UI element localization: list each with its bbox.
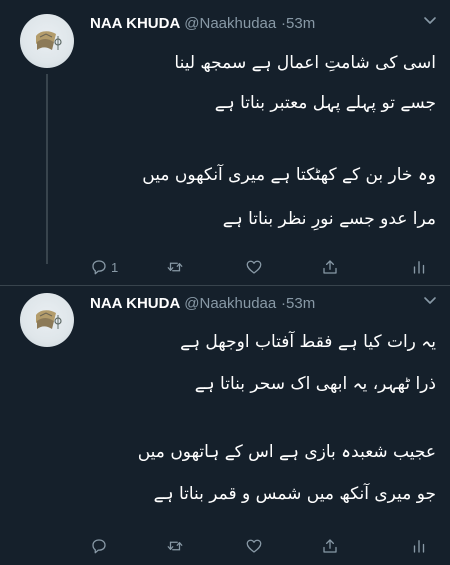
- thread-connector: [46, 74, 48, 264]
- avatar[interactable]: [20, 293, 74, 347]
- analytics-icon: [413, 261, 425, 274]
- retweet-icon: [167, 262, 183, 272]
- share-icon: [323, 539, 337, 553]
- retweet-button[interactable]: [166, 256, 187, 278]
- tweet[interactable]: NAA KHUDA @Naakhudaa ·53m اسی کی شامتِ اع…: [0, 0, 450, 285]
- reply-icon: [92, 539, 106, 554]
- like-button[interactable]: [245, 256, 266, 278]
- chevron-down-icon[interactable]: [422, 292, 438, 308]
- author-handle[interactable]: @Naakhudaa: [184, 15, 276, 32]
- avatar[interactable]: [20, 14, 74, 68]
- timestamp[interactable]: 53m: [286, 295, 315, 312]
- tweet[interactable]: NAA KHUDA @Naakhudaa ·53m یہ رات کیا ہے ف…: [0, 285, 450, 565]
- avatar-artwork: [36, 31, 62, 50]
- author-name[interactable]: NAA KHUDA: [90, 295, 180, 312]
- tweet-line: یہ رات کیا ہے فقط آفتاب اوجھل ہے: [180, 332, 436, 352]
- tweet-line: جسے تو پہلے پہل معتبر بناتا ہے: [214, 93, 436, 113]
- timestamp[interactable]: 53m: [286, 15, 315, 32]
- tweet-line: وہ خار بن کے کھٹکتا ہے میری آنکھوں میں: [142, 165, 436, 185]
- tweet-actions: [88, 535, 438, 557]
- heart-icon: [246, 260, 262, 274]
- heart-icon: [246, 539, 262, 553]
- reply-button[interactable]: 1: [90, 256, 118, 278]
- author-handle[interactable]: @Naakhudaa: [184, 295, 276, 312]
- analytics-button[interactable]: [410, 256, 428, 278]
- tweet-actions: 1: [88, 256, 438, 278]
- tweet-body: یہ رات کیا ہے فقط آفتاب اوجھل ہے ذرا ٹھہ…: [96, 325, 436, 525]
- avatar-artwork: [36, 310, 62, 329]
- analytics-icon: [413, 540, 425, 553]
- tweet-line: اسی کی شامتِ اعمال ہے سمجھ لینا: [174, 53, 436, 73]
- tweet-line: مرا عدو جسے نورِ نظر بناتا ہے: [222, 209, 436, 229]
- tweet-header: NAA KHUDA @Naakhudaa ·53m: [90, 14, 315, 33]
- retweet-icon: [167, 541, 183, 551]
- tweet-line: ذرا ٹھہر، یہ ابھی اک سحر بناتا ہے: [194, 374, 436, 394]
- tweet-body: اسی کی شامتِ اعمال ہے سمجھ لینا جسے تو پ…: [96, 44, 436, 244]
- tweet-header: NAA KHUDA @Naakhudaa ·53m: [90, 294, 315, 313]
- analytics-button[interactable]: [410, 535, 428, 557]
- share-icon: [323, 260, 337, 274]
- tweet-line: جو میری آنکھ میں شمس و قمر بناتا ہے: [153, 484, 436, 504]
- retweet-button[interactable]: [166, 535, 187, 557]
- share-button[interactable]: [321, 256, 339, 278]
- reply-icon: [92, 260, 106, 275]
- share-button[interactable]: [321, 535, 339, 557]
- reply-count: 1: [111, 259, 119, 275]
- reply-button[interactable]: [90, 535, 111, 557]
- author-name[interactable]: NAA KHUDA: [90, 15, 180, 32]
- like-button[interactable]: [245, 535, 266, 557]
- tweet-line: عجیب شعبدہ بازی ہے اس کے ہاتھوں میں: [137, 442, 436, 462]
- chevron-down-icon[interactable]: [422, 12, 438, 28]
